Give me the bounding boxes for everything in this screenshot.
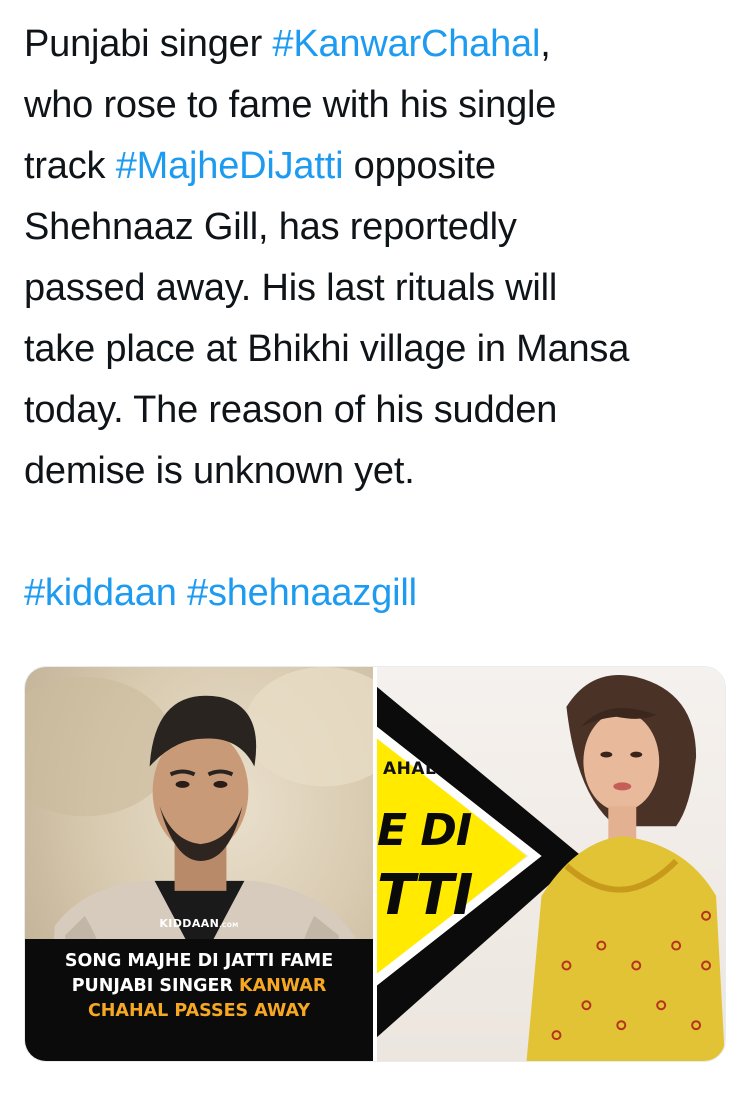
tweet-line-3: track #MajheDiJatti opposite [24, 136, 729, 197]
brand-name: KIDDAAN [159, 917, 220, 930]
text-segment: today. The reason of his sudden [24, 389, 558, 431]
caption-segment: PUNJABI SINGER [71, 976, 240, 996]
tweet-line-5: passed away. His last rituals will [24, 258, 729, 319]
caption-line-1: SONG MAJHE DI JATTI FAME [64, 951, 334, 971]
caption-line-3: CHAHAL PASSES AWAY [87, 1001, 311, 1021]
caption-line-2: PUNJABI SINGER KANWAR [25, 974, 373, 999]
media-image-right[interactable]: AHAL E DI TTI [377, 667, 725, 1061]
hashtag-shehnaazgill-link[interactable]: #shehnaazgill [187, 572, 417, 614]
text-segment: take place at Bhikhi village in Mansa [24, 328, 630, 370]
tweet-hashtags-line: #kiddaan #shehnaazgill [24, 563, 729, 624]
text-segment: passed away. His last rituals will [24, 267, 558, 309]
brand-suffix: .COM [219, 922, 239, 929]
hashtag-kiddaan-link[interactable]: #kiddaan [24, 572, 177, 614]
tweet-line-6: take place at Bhikhi village in Mansa [24, 319, 729, 380]
poster-text-small: AHAL [383, 759, 437, 779]
text-segment: demise is unknown yet. [24, 450, 415, 492]
text-segment: who rose to fame with his single [24, 84, 557, 126]
poster-title-line-1: E DI [377, 805, 472, 856]
caption-highlight: KANWAR [239, 976, 327, 996]
tweet-line-2: who rose to fame with his single [24, 75, 729, 136]
kiddaan-logo: KIDDAAN.COM [25, 917, 373, 930]
text-segment: opposite [343, 145, 496, 187]
headline-caption-box: KIDDAAN.COM SONG MAJHE DI JATTI FAME PUN… [25, 917, 373, 1061]
tweet-text: Punjabi singer #KanwarChahal, who rose t… [24, 14, 729, 624]
text-segment: Shehnaaz Gill, has reportedly [24, 206, 517, 248]
tweet-line-1: Punjabi singer #KanwarChahal, [24, 14, 729, 75]
media-image-left[interactable]: KIDDAAN.COM SONG MAJHE DI JATTI FAME PUN… [25, 667, 373, 1061]
tweet-line-4: Shehnaaz Gill, has reportedly [24, 197, 729, 258]
poster-title-line-2: TTI [377, 863, 474, 928]
text-segment: track [24, 145, 116, 187]
text-segment: Punjabi singer [24, 23, 273, 65]
text-segment: , [540, 23, 551, 65]
hashtag-kanwarchahal-link[interactable]: #KanwarChahal [272, 23, 540, 65]
tweet-line-8: demise is unknown yet. [24, 441, 729, 502]
tweet-media-grid: KIDDAAN.COM SONG MAJHE DI JATTI FAME PUN… [24, 666, 726, 1062]
tweet-line-7: today. The reason of his sudden [24, 380, 729, 441]
hashtag-majhedijatti-link[interactable]: #MajheDiJatti [116, 145, 344, 187]
